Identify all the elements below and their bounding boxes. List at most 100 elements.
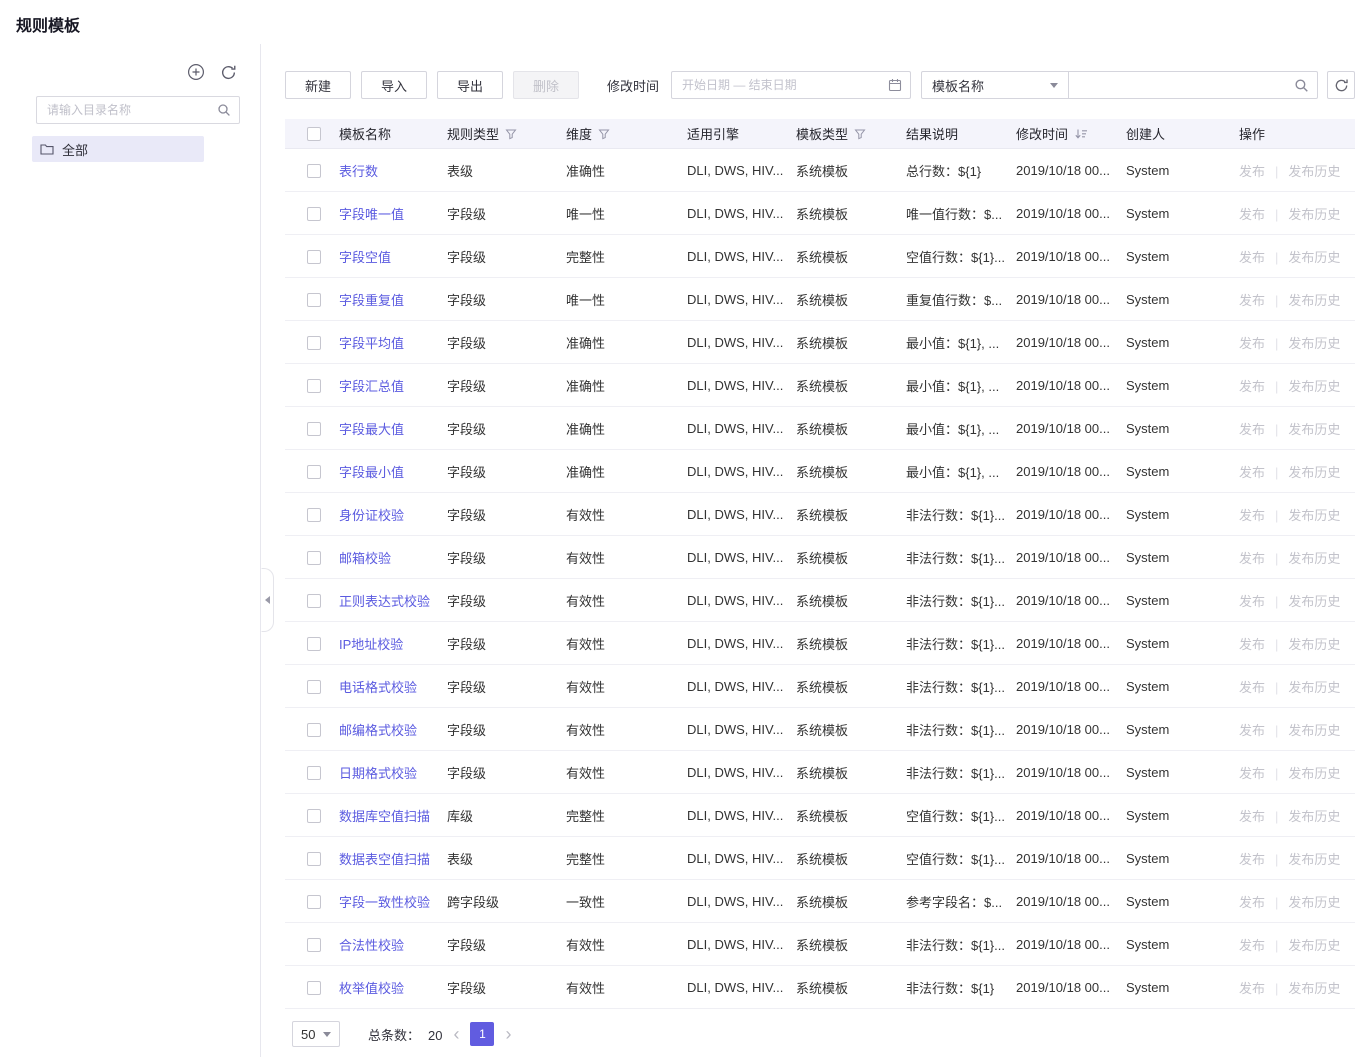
publish-link[interactable]: 发布: [1239, 594, 1265, 609]
template-name-link[interactable]: 电话格式校验: [339, 680, 417, 695]
template-name-link[interactable]: 邮编格式校验: [339, 723, 417, 738]
row-checkbox[interactable]: [307, 722, 321, 737]
prev-page-button[interactable]: ‹: [453, 1025, 459, 1043]
publish-history-link[interactable]: 发布历史: [1288, 981, 1340, 996]
new-button[interactable]: 新建: [285, 71, 351, 99]
publish-link[interactable]: 发布: [1239, 938, 1265, 953]
row-checkbox[interactable]: [307, 937, 321, 952]
template-name-link[interactable]: 邮箱校验: [339, 551, 391, 566]
row-checkbox[interactable]: [307, 206, 321, 221]
filter-icon[interactable]: [854, 128, 866, 140]
sidebar-collapse-handle[interactable]: [261, 568, 274, 632]
publish-history-link[interactable]: 发布历史: [1288, 938, 1340, 953]
import-button[interactable]: 导入: [361, 71, 427, 99]
tree-item-all[interactable]: 全部: [32, 136, 204, 162]
publish-link[interactable]: 发布: [1239, 465, 1265, 480]
publish-history-link[interactable]: 发布历史: [1288, 809, 1340, 824]
row-checkbox[interactable]: [307, 679, 321, 694]
publish-link[interactable]: 发布: [1239, 895, 1265, 910]
publish-history-link[interactable]: 发布历史: [1288, 637, 1340, 652]
publish-link[interactable]: 发布: [1239, 637, 1265, 652]
directory-search-input[interactable]: [47, 103, 211, 117]
row-checkbox[interactable]: [307, 636, 321, 651]
publish-link[interactable]: 发布: [1239, 766, 1265, 781]
refresh-icon[interactable]: [218, 62, 238, 82]
publish-history-link[interactable]: 发布历史: [1288, 379, 1340, 394]
publish-link[interactable]: 发布: [1239, 422, 1265, 437]
publish-link[interactable]: 发布: [1239, 207, 1265, 222]
template-name-link[interactable]: 合法性校验: [339, 938, 404, 953]
row-checkbox[interactable]: [307, 808, 321, 823]
publish-history-link[interactable]: 发布历史: [1288, 164, 1340, 179]
table-refresh-button[interactable]: [1327, 71, 1355, 99]
row-checkbox[interactable]: [307, 163, 321, 178]
next-page-button[interactable]: ›: [505, 1025, 511, 1043]
publish-link[interactable]: 发布: [1239, 379, 1265, 394]
current-page-button[interactable]: 1: [470, 1022, 495, 1046]
publish-history-link[interactable]: 发布历史: [1288, 551, 1340, 566]
publish-link[interactable]: 发布: [1239, 164, 1265, 179]
template-name-link[interactable]: 正则表达式校验: [339, 594, 430, 609]
publish-history-link[interactable]: 发布历史: [1288, 422, 1340, 437]
publish-history-link[interactable]: 发布历史: [1288, 895, 1340, 910]
row-checkbox[interactable]: [307, 335, 321, 350]
template-name-link[interactable]: 字段最大值: [339, 422, 404, 437]
date-range-input[interactable]: [682, 78, 881, 92]
publish-history-link[interactable]: 发布历史: [1288, 508, 1340, 523]
template-name-link[interactable]: 身份证校验: [339, 508, 404, 523]
row-checkbox[interactable]: [307, 851, 321, 866]
publish-history-link[interactable]: 发布历史: [1288, 594, 1340, 609]
search-type-select[interactable]: 模板名称: [921, 71, 1070, 99]
row-checkbox[interactable]: [307, 378, 321, 393]
template-name-link[interactable]: 字段一致性校验: [339, 895, 430, 910]
template-name-link[interactable]: 枚举值校验: [339, 981, 404, 996]
select-all-checkbox[interactable]: [307, 127, 321, 142]
template-name-link[interactable]: 字段最小值: [339, 465, 404, 480]
publish-history-link[interactable]: 发布历史: [1288, 207, 1340, 222]
row-checkbox[interactable]: [307, 980, 321, 995]
publish-link[interactable]: 发布: [1239, 981, 1265, 996]
delete-button[interactable]: 删除: [513, 71, 579, 99]
row-checkbox[interactable]: [307, 507, 321, 522]
template-name-link[interactable]: 字段汇总值: [339, 379, 404, 394]
add-circle-icon[interactable]: [186, 62, 206, 82]
row-checkbox[interactable]: [307, 464, 321, 479]
row-checkbox[interactable]: [307, 249, 321, 264]
template-search-input[interactable]: [1079, 77, 1288, 93]
row-checkbox[interactable]: [307, 292, 321, 307]
publish-history-link[interactable]: 发布历史: [1288, 250, 1340, 265]
template-name-link[interactable]: IP地址校验: [339, 637, 403, 652]
row-checkbox[interactable]: [307, 593, 321, 608]
export-button[interactable]: 导出: [437, 71, 503, 99]
template-name-link[interactable]: 表行数: [339, 164, 378, 179]
template-name-link[interactable]: 字段空值: [339, 250, 391, 265]
template-name-link[interactable]: 日期格式校验: [339, 766, 417, 781]
page-size-select[interactable]: 50: [292, 1021, 340, 1047]
row-checkbox[interactable]: [307, 550, 321, 565]
filter-icon[interactable]: [505, 128, 517, 140]
search-icon[interactable]: [217, 103, 231, 117]
sort-icon[interactable]: [1074, 128, 1088, 140]
publish-history-link[interactable]: 发布历史: [1288, 723, 1340, 738]
publish-history-link[interactable]: 发布历史: [1288, 766, 1340, 781]
row-checkbox[interactable]: [307, 421, 321, 436]
publish-link[interactable]: 发布: [1239, 680, 1265, 695]
publish-link[interactable]: 发布: [1239, 508, 1265, 523]
template-name-link[interactable]: 字段重复值: [339, 293, 404, 308]
filter-icon[interactable]: [598, 128, 610, 140]
template-name-link[interactable]: 数据库空值扫描: [339, 809, 430, 824]
publish-link[interactable]: 发布: [1239, 723, 1265, 738]
publish-link[interactable]: 发布: [1239, 551, 1265, 566]
publish-link[interactable]: 发布: [1239, 336, 1265, 351]
publish-history-link[interactable]: 发布历史: [1288, 852, 1340, 867]
publish-history-link[interactable]: 发布历史: [1288, 465, 1340, 480]
row-checkbox[interactable]: [307, 894, 321, 909]
calendar-icon[interactable]: [888, 78, 902, 92]
publish-history-link[interactable]: 发布历史: [1288, 680, 1340, 695]
row-checkbox[interactable]: [307, 765, 321, 780]
publish-link[interactable]: 发布: [1239, 809, 1265, 824]
publish-link[interactable]: 发布: [1239, 250, 1265, 265]
template-name-link[interactable]: 字段平均值: [339, 336, 404, 351]
template-name-link[interactable]: 数据表空值扫描: [339, 852, 430, 867]
publish-history-link[interactable]: 发布历史: [1288, 336, 1340, 351]
